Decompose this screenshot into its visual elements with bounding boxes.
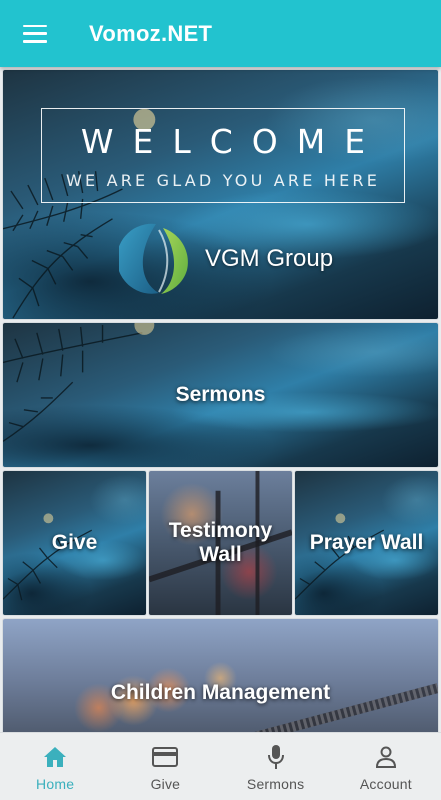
give-tile[interactable]: Give <box>2 470 147 616</box>
welcome-frame: WELCOME WE ARE GLAD YOU ARE HERE <box>41 108 405 203</box>
nav-account-label: Account <box>359 776 412 792</box>
nav-home-label: Home <box>36 776 75 792</box>
org-name: VGM Group <box>205 245 334 272</box>
nav-home[interactable]: Home <box>0 733 110 800</box>
nav-give-label: Give <box>150 776 181 792</box>
welcome-banner[interactable]: WELCOME WE ARE GLAD YOU ARE HERE VGM Gro… <box>2 69 439 320</box>
welcome-title: WELCOME <box>80 121 385 161</box>
sermons-tile[interactable]: Sermons <box>2 322 439 468</box>
testimony-wall-label: Testimony Wall <box>168 518 273 566</box>
bottom-navigation: Home Give Sermons Account <box>0 732 441 800</box>
nav-account[interactable]: Account <box>331 733 441 800</box>
credit-card-icon <box>152 744 179 770</box>
testimony-wall-tile[interactable]: Testimony Wall <box>148 470 293 616</box>
welcome-subtitle: WE ARE GLAD YOU ARE HERE <box>65 170 381 190</box>
vgm-group-logo <box>119 223 188 294</box>
nav-give[interactable]: Give <box>110 733 220 800</box>
home-icon <box>42 744 68 770</box>
microphone-icon <box>263 744 289 770</box>
prayer-wall-label: Prayer Wall <box>309 530 424 554</box>
nav-sermons-label: Sermons <box>246 776 305 792</box>
sermons-label: Sermons <box>175 382 266 406</box>
person-icon <box>373 744 399 770</box>
give-label: Give <box>51 530 98 554</box>
vgm-group-brand: VGM Group <box>119 222 333 296</box>
hamburger-menu-icon[interactable] <box>23 24 47 43</box>
app-bar: Vomoz.NET <box>0 0 441 67</box>
app-title: Vomoz.NET <box>89 20 213 46</box>
prayer-wall-tile[interactable]: Prayer Wall <box>294 470 439 616</box>
nav-sermons[interactable]: Sermons <box>221 733 331 800</box>
app-screen: Vomoz.NET WELCOME WE ARE GLAD YOU ARE HE… <box>0 0 441 800</box>
